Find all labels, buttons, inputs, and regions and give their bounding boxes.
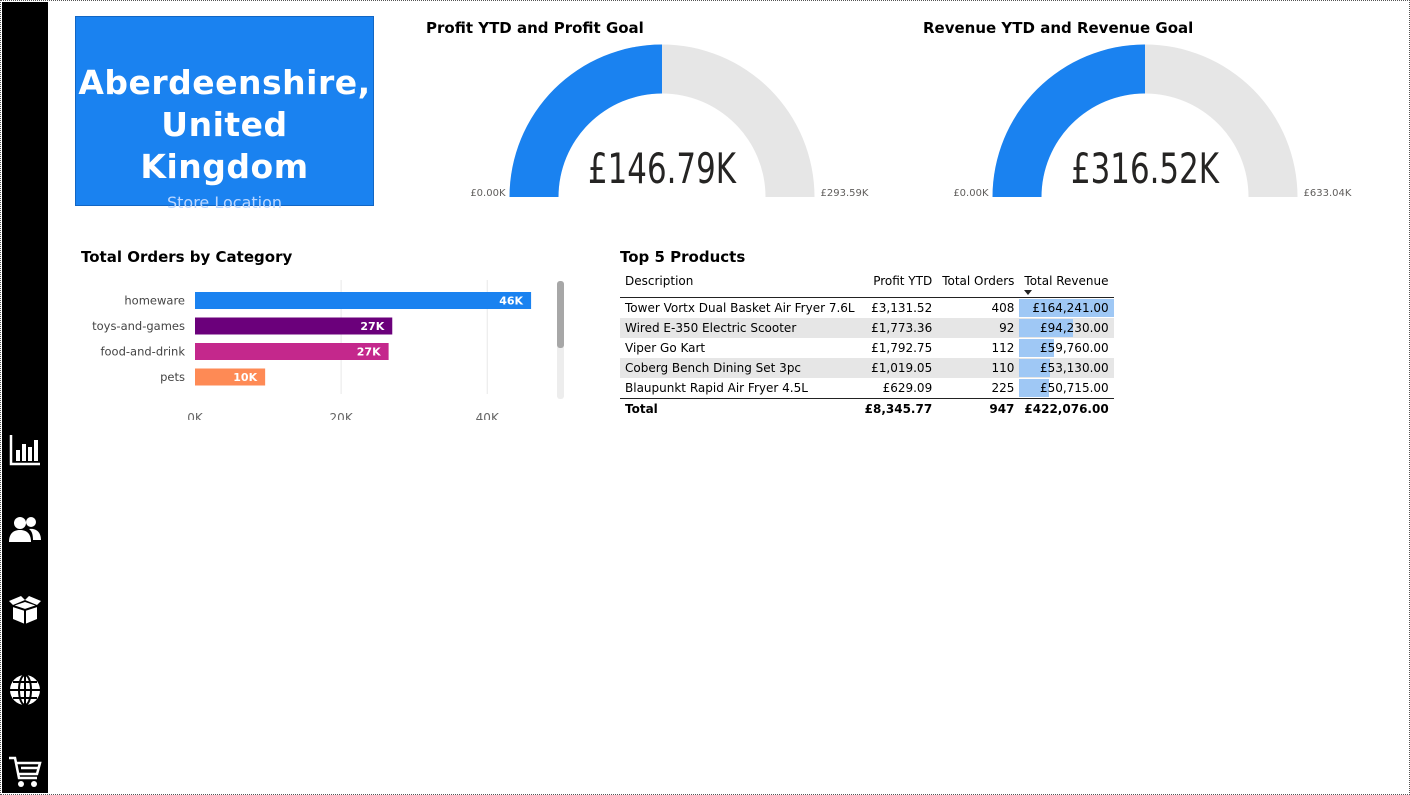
store-location-label: Store Location [166, 193, 283, 212]
table-row[interactable]: Viper Go Kart £1,792.75 112 £59,760.00 [620, 338, 1114, 358]
column-header-orders[interactable]: Total Orders [937, 272, 1019, 298]
product-orders: 92 [937, 318, 1020, 338]
bar-homeware[interactable] [195, 292, 532, 309]
product-orders: 225 [991, 381, 1015, 395]
revenue-value: £59,760.00 [1039, 341, 1109, 355]
bar-chart-icon[interactable] [7, 432, 43, 468]
orders-by-category-chart[interactable]: homeware 46K toys-and-games 27K food-and-dri… [80, 280, 570, 420]
gauge-value: £316.52K [1071, 144, 1220, 193]
product-profit: £1,792.75 [871, 341, 933, 355]
sidebar-nav [2, 2, 48, 793]
gauge-value: £146.79K [588, 144, 737, 193]
product-orders: 408 [991, 301, 1015, 315]
product-revenue: £50,715.00 [1019, 378, 1113, 399]
profit-gauge[interactable]: £146.79K £0.00K £293.59K [470, 43, 870, 208]
gauge-max-label: £293.59K [821, 188, 869, 199]
total-orders: 947 [937, 398, 1020, 419]
product-description: Blaupunkt Rapid Air Fryer 4.5L [625, 381, 808, 395]
column-header-revenue[interactable]: Total Revenue [1019, 272, 1113, 298]
revenue-value: £50,715.00 [1039, 381, 1109, 395]
total-profit: £8,345.77 [859, 398, 938, 419]
product-description: Coberg Bench Dining Set 3pc [620, 358, 860, 378]
revenue-value: £94,230.00 [1039, 321, 1109, 335]
product-revenue: £53,130.00 [1019, 358, 1114, 378]
location-name-line2: United Kingdom [140, 105, 309, 186]
table-total-row: Total £8,345.77 947 £422,076.00 [620, 398, 1114, 419]
product-orders: 112 [991, 341, 1015, 355]
product-profit: £3,131.52 [871, 301, 933, 315]
top-products-title: Top 5 Products [620, 248, 746, 266]
gauge-min-label: £0.00K [953, 188, 989, 199]
sort-descending-icon[interactable] [1024, 290, 1033, 295]
gauge-min-label: £0.00K [470, 188, 506, 199]
orders-chart-title: Total Orders by Category [81, 248, 293, 266]
globe-icon[interactable] [7, 672, 43, 708]
product-profit: £629.09 [882, 381, 933, 395]
product-description: Tower Vortx Dual Basket Air Fryer 7.6L [625, 301, 855, 315]
x-tick-label: 40K [476, 411, 500, 420]
bar-data-label: 27K [360, 320, 384, 333]
bar-data-label: 46K [499, 295, 523, 308]
category-label: toys-and-games [92, 319, 185, 333]
chart-scrollbar-thumb[interactable] [557, 281, 564, 348]
revenue-gauge-title: Revenue YTD and Revenue Goal [923, 19, 1194, 37]
top-products-table[interactable]: Description Profit YTD Total Orders Tota… [620, 272, 1114, 419]
product-profit: £1,019.05 [859, 358, 938, 378]
product-revenue: £164,241.00 [1019, 298, 1114, 319]
product-revenue: £94,230.00 [1019, 318, 1114, 338]
people-icon[interactable] [7, 512, 43, 548]
profit-gauge-title: Profit YTD and Profit Goal [426, 19, 644, 37]
table-row[interactable]: Coberg Bench Dining Set 3pc £1,019.05 110 £… [620, 358, 1114, 378]
store-location-name: Aberdeenshire, United Kingdom [76, 62, 373, 188]
product-revenue: £59,760.00 [1019, 338, 1113, 358]
revenue-value: £53,130.00 [1039, 361, 1109, 375]
column-header-profit[interactable]: Profit YTD [860, 272, 938, 298]
x-tick-label: 0K [187, 411, 204, 420]
bar-data-label: 27K [357, 346, 381, 359]
location-name-line1: Aberdeenshire, [78, 63, 371, 102]
product-description: Wired E-350 Electric Scooter [620, 318, 860, 338]
total-revenue: £422,076.00 [1019, 398, 1114, 419]
category-label: homeware [124, 294, 185, 308]
category-label: food-and-drink [100, 345, 185, 359]
cart-icon[interactable] [7, 754, 43, 790]
revenue-value: £164,241.00 [1032, 301, 1109, 315]
product-profit: £1,773.36 [859, 318, 938, 338]
revenue-header-label: Total Revenue [1024, 274, 1109, 288]
table-row[interactable]: Blaupunkt Rapid Air Fryer 4.5L £629.09 225… [620, 378, 1114, 399]
gauge-max-label: £633.04K [1304, 188, 1352, 199]
table-header-row: Description Profit YTD Total Orders Tota… [620, 272, 1114, 298]
table-row[interactable]: Wired E-350 Electric Scooter £1,773.36 92 £… [620, 318, 1114, 338]
table-row[interactable]: Tower Vortx Dual Basket Air Fryer 7.6L £3… [620, 298, 1114, 319]
store-location-card: Aberdeenshire, United Kingdom Store Loca… [75, 16, 374, 212]
product-orders: 110 [937, 358, 1020, 378]
total-label: Total [620, 398, 860, 419]
bar-data-label: 10K [233, 371, 257, 384]
revenue-gauge[interactable]: £316.52K £0.00K £633.04K [953, 43, 1353, 208]
column-header-description[interactable]: Description [620, 272, 860, 298]
box-icon[interactable] [7, 592, 43, 628]
product-description: Viper Go Kart [625, 341, 706, 355]
x-tick-label: 20K [330, 411, 354, 420]
category-label: pets [160, 370, 185, 384]
